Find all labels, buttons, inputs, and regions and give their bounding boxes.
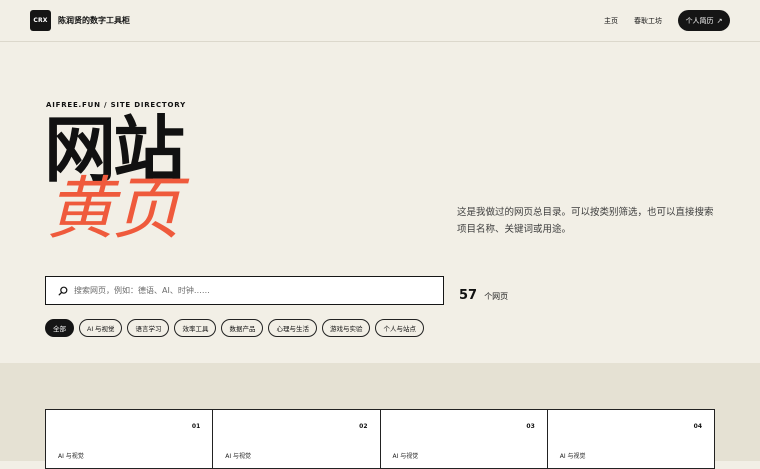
card-number: 04 bbox=[693, 423, 702, 430]
filter-chips: 全部 AI 与视觉 语言学习 效率工具 数据产品 心理与生活 游戏与实验 个人与… bbox=[45, 319, 424, 337]
search-icon bbox=[58, 286, 68, 296]
filter-chip-all[interactable]: 全部 bbox=[45, 319, 74, 337]
filter-chip-ai-vision[interactable]: AI 与视觉 bbox=[79, 319, 123, 337]
card-category: AI 与视觉 bbox=[225, 453, 252, 460]
filter-chip-data[interactable]: 数据产品 bbox=[221, 319, 264, 337]
resume-button-label: 个人简历 bbox=[685, 16, 714, 25]
top-nav: CRX 陈润贤的数字工具柜 主页 春耿工坊 个人简历 ↗ bbox=[0, 0, 760, 42]
page-count-number: 57 bbox=[459, 288, 478, 303]
site-card[interactable]: 02 AI 与视觉 bbox=[213, 410, 381, 468]
filter-chip-personal[interactable]: 个人与站点 bbox=[375, 319, 424, 337]
site-card[interactable]: 03 AI 与视觉 bbox=[381, 410, 548, 468]
card-category: AI 与视觉 bbox=[559, 453, 586, 460]
nav-link-home[interactable]: 主页 bbox=[604, 16, 618, 26]
card-number: 02 bbox=[359, 423, 368, 430]
resume-button[interactable]: 个人简历 ↗ bbox=[678, 10, 730, 31]
card-category: AI 与视觉 bbox=[58, 453, 84, 460]
card-number: 01 bbox=[191, 423, 201, 430]
site-card[interactable]: 01 AI 与视觉 bbox=[46, 410, 214, 468]
card-number: 03 bbox=[526, 423, 535, 430]
card-category: AI 与视觉 bbox=[392, 453, 419, 460]
filter-chip-games[interactable]: 游戏与实验 bbox=[321, 319, 371, 337]
hero-title-line2: 黄页 bbox=[42, 170, 194, 249]
search-bar[interactable] bbox=[45, 276, 444, 305]
site-card[interactable]: 04 AI 与视觉 bbox=[548, 410, 714, 468]
filter-chip-psychology[interactable]: 心理与生活 bbox=[268, 319, 317, 337]
search-input[interactable] bbox=[74, 286, 424, 295]
site-card-grid: 01 AI 与视觉 02 AI 与视觉 03 AI 与视觉 04 AI 与视觉 bbox=[45, 409, 715, 469]
filter-chip-productivity[interactable]: 效率工具 bbox=[174, 319, 217, 337]
hero-description: 这是我做过的网页总目录。可以按类别筛选，也可以直接搜索项目名称、关键词或用途。 bbox=[457, 207, 714, 235]
site-name[interactable]: 陈润贤的数字工具柜 bbox=[58, 15, 130, 26]
page-count-unit: 个网页 bbox=[484, 292, 509, 301]
site-logo[interactable]: CRX bbox=[30, 10, 51, 31]
filter-chip-language[interactable]: 语言学习 bbox=[127, 319, 170, 337]
arrow-up-right-icon: ↗ bbox=[716, 16, 723, 25]
page-count: 57 个网页 bbox=[459, 284, 508, 303]
nav-link-workshop[interactable]: 春耿工坊 bbox=[634, 16, 662, 26]
